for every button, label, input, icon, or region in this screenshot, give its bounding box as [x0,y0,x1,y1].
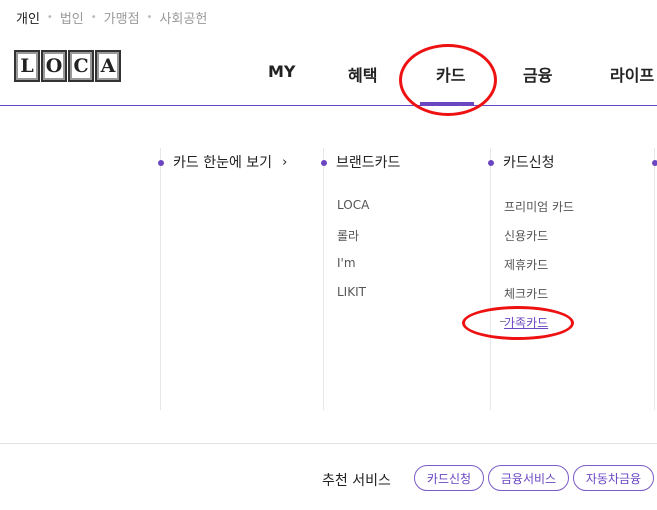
menu-column-next [652,148,657,410]
menu-item-premium[interactable]: 프리미엄 카드 [504,198,574,215]
menu-item-credit[interactable]: 신용카드 [504,227,548,244]
recommend-apply-button[interactable]: 카드신청 [414,465,484,491]
menu-item-likit[interactable]: LIKIT [337,285,366,299]
recommend-auto-finance-button[interactable]: 자동차금융 [573,465,654,491]
annotation-circle-card-tab [399,44,497,116]
menu-item-lola[interactable]: 롤라 [337,227,359,244]
bullet-dot [488,160,494,166]
nav-divider [0,105,657,106]
top-nav-personal[interactable]: 개인 [16,8,40,27]
annotation-circle-family-card [462,306,574,340]
menu-heading-apply[interactable]: 카드신청 [503,152,555,172]
menu-column-apply: 카드신청 프리미엄 카드 신용카드 제휴카드 체크카드 가족카드 [488,148,574,410]
separator-dot: • [90,12,97,23]
recommend-finance-button[interactable]: 금융서비스 [488,465,569,491]
separator-dot: • [146,12,153,23]
menu-heading-overview[interactable]: 카드 한눈에 보기 › [173,152,287,172]
top-nav-merchant[interactable]: 가맹점 [104,8,140,27]
tab-benefits[interactable]: 혜택 [348,62,377,86]
bullet-dot [158,160,164,166]
top-nav-corporate[interactable]: 법인 [60,8,84,27]
recommend-label: 추천 서비스 [322,473,391,489]
menu-column-brand: 브랜드카드 LOCA 롤라 I'm LIKIT [321,148,400,410]
tab-life[interactable]: 라이프 [610,62,654,86]
separator-dot: • [46,12,53,23]
top-nav-social[interactable]: 사회공헌 [159,8,207,27]
menu-item-check[interactable]: 체크카드 [504,285,548,302]
menu-heading-label: 카드 한눈에 보기 [173,155,273,171]
menu-item-affiliate[interactable]: 제휴카드 [504,256,548,273]
menu-item-im[interactable]: I'm [337,256,356,270]
top-nav: 개인 • 법인 • 가맹점 • 사회공헌 [16,8,207,27]
menu-column-overview: 카드 한눈에 보기 › [158,148,287,410]
tab-finance[interactable]: 금융 [523,62,552,86]
main-nav: MY 혜택 카드 금융 라이프 [0,62,657,105]
tab-my[interactable]: MY [268,62,296,81]
bullet-dot [321,160,327,166]
menu-heading-brand[interactable]: 브랜드카드 [336,152,400,172]
menu-item-loca[interactable]: LOCA [337,198,369,212]
bullet-dot [652,160,657,166]
section-divider [0,443,657,444]
chevron-right-icon: › [282,154,288,170]
